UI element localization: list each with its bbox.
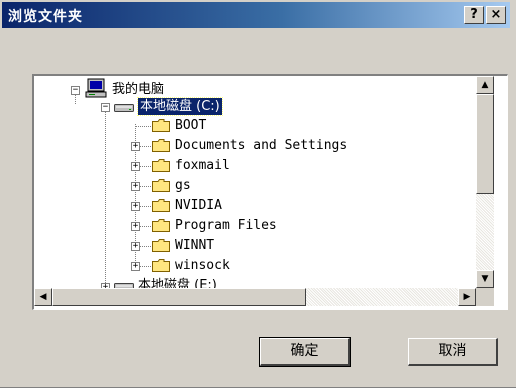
ok-button[interactable]: 确定 <box>259 337 351 367</box>
folder-tree-view[interactable]: − 我的电脑 − 本地磁盘 (C:) BOOT + Documents and … <box>32 74 508 310</box>
tree-item-folder[interactable]: winsock <box>175 257 230 274</box>
expand-toggle-folder[interactable]: + <box>131 162 140 171</box>
tree-item-folder[interactable]: NVIDIA <box>175 197 222 214</box>
cancel-button[interactable]: 取消 <box>408 338 498 366</box>
vertical-scrollbar[interactable]: ▲ ▼ <box>476 76 494 288</box>
folder-icon <box>152 239 170 252</box>
horizontal-scrollbar[interactable]: ◀ ▶ <box>34 288 476 306</box>
scroll-left-button[interactable]: ◀ <box>34 288 52 306</box>
help-button[interactable]: ? <box>464 6 484 24</box>
hard-drive-icon <box>114 104 134 112</box>
scroll-up-button[interactable]: ▲ <box>476 76 494 94</box>
expand-toggle-folder[interactable]: + <box>131 202 140 211</box>
scrollbar-corner <box>476 288 494 306</box>
tree-item-my-computer[interactable]: 我的电脑 <box>112 81 164 98</box>
expand-toggle-root[interactable]: − <box>71 86 80 95</box>
expand-toggle-folder[interactable]: + <box>131 222 140 231</box>
expand-toggle-folder[interactable]: + <box>131 242 140 251</box>
horizontal-scroll-thumb[interactable] <box>52 288 306 306</box>
tree-item-drive-c[interactable]: 本地磁盘 (C:) <box>137 97 223 116</box>
folder-icon <box>152 139 170 152</box>
folder-icon <box>152 119 170 132</box>
tree-item-folder[interactable]: Documents and Settings <box>175 137 347 154</box>
computer-icon <box>85 78 107 98</box>
expand-toggle-folder[interactable]: + <box>131 262 140 271</box>
expand-toggle-folder[interactable]: + <box>131 142 140 151</box>
expand-toggle-folder[interactable]: + <box>131 182 140 191</box>
tree-item-folder[interactable]: foxmail <box>175 157 230 174</box>
tree-connector <box>105 107 106 289</box>
tree-item-folder[interactable]: gs <box>175 177 191 194</box>
tree-item-folder[interactable]: BOOT <box>175 117 206 134</box>
folder-icon <box>152 179 170 192</box>
tree-content: − 我的电脑 − 本地磁盘 (C:) BOOT + Documents and … <box>34 76 507 309</box>
close-button[interactable]: × <box>486 6 506 24</box>
browse-folder-dialog: 浏览文件夹 ? × − 我的电脑 − 本地磁盘 (C:) BOOT + Docu… <box>0 0 516 388</box>
expand-toggle-drive-c[interactable]: − <box>101 103 110 112</box>
folder-icon <box>152 159 170 172</box>
tree-item-folder[interactable]: WINNT <box>175 237 214 254</box>
folder-icon <box>152 219 170 232</box>
scroll-right-button[interactable]: ▶ <box>458 288 476 306</box>
folder-icon <box>152 259 170 272</box>
vertical-scroll-thumb[interactable] <box>476 94 494 194</box>
title-bar[interactable]: 浏览文件夹 ? × <box>2 2 510 28</box>
window-title: 浏览文件夹 <box>8 9 83 25</box>
tree-item-folder[interactable]: Program Files <box>175 217 277 234</box>
tree-connector <box>135 126 151 127</box>
scroll-down-button[interactable]: ▼ <box>476 270 494 288</box>
folder-icon <box>152 199 170 212</box>
